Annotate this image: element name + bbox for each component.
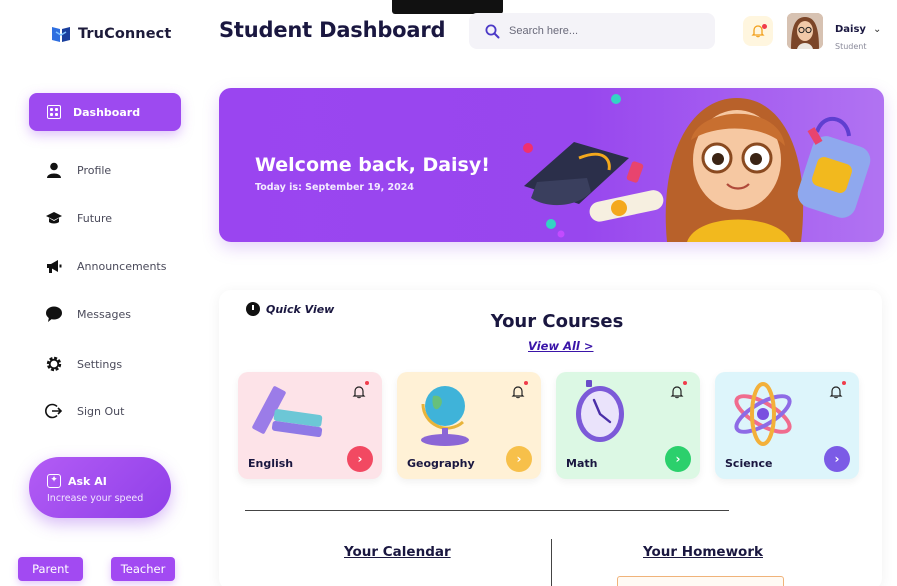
course-name: Science [725,457,773,470]
sidebar-item-dashboard[interactable]: Dashboard [29,93,181,131]
sidebar-item-announcements[interactable]: Announcements [45,257,166,275]
ask-ai-subtitle: Increase your speed [47,493,144,504]
brand-name: TruConnect [78,26,172,42]
sidebar-item-label: Announcements [77,259,167,273]
welcome-banner: Welcome back, Daisy! Today is: September… [219,88,884,242]
notifications-button[interactable] [743,16,773,46]
teacher-button[interactable]: Teacher [111,557,175,581]
ask-ai-title: Ask AI [68,474,107,488]
sidebar-item-profile[interactable]: Profile [45,161,111,179]
globe-icon [421,386,469,446]
sidebar-item-label: Sign Out [77,404,125,418]
chevron-right-icon[interactable]: › [506,446,532,472]
sidebar-item-sign-out[interactable]: Sign Out [45,402,124,420]
welcome-heading: Welcome back, Daisy! [255,154,490,176]
course-name: English [248,457,294,470]
course-card-science[interactable]: Science › [715,372,859,479]
user-name: Daisy [835,24,866,35]
avatar[interactable] [787,13,823,49]
today-date: Today is: September 19, 2024 [255,182,414,193]
notification-dot [683,381,687,385]
brand-logo[interactable]: TruConnect [50,23,171,45]
books-icon [252,386,323,438]
sidebar-item-settings[interactable]: Settings [45,355,122,373]
course-card-english[interactable]: English › [238,372,382,479]
gear-icon [45,355,63,373]
search-icon [485,24,500,38]
sidebar-item-label: Dashboard [73,105,141,119]
stopwatch-icon [576,380,624,442]
calendar-heading[interactable]: Your Calendar [344,544,451,560]
graduation-cap-icon [45,209,63,227]
chevron-right-icon[interactable]: › [824,446,850,472]
sidebar-item-label: Profile [77,163,112,177]
chevron-right-icon[interactable]: › [665,446,691,472]
notification-dot [524,381,528,385]
user-role: Student [835,42,867,51]
course-name: Geography [407,457,475,470]
page-title: Student Dashboard [219,18,446,42]
search-bar[interactable] [469,13,715,49]
course-card-math[interactable]: Math › [556,372,700,479]
megaphone-icon [45,257,63,275]
chevron-down-icon[interactable]: ⌄ [873,24,881,35]
sparkle-icon: ✦ [47,474,61,488]
ask-ai-button[interactable]: ✦ Ask AI Increase your speed [29,457,171,518]
homework-heading[interactable]: Your Homework [643,544,763,560]
book-logo-icon [52,27,70,42]
course-name: Math [566,457,598,470]
homework-item[interactable] [617,576,784,586]
sign-out-icon [45,402,63,420]
notification-dot [762,24,767,29]
bell-icon [352,386,366,399]
view-all-link[interactable]: View All > [528,339,594,353]
column-divider [551,539,552,586]
camera-notch [392,0,503,14]
sidebar-item-label: Future [77,211,113,225]
courses-title: Your Courses [490,311,624,332]
chevron-right-icon[interactable]: › [347,446,373,472]
search-input[interactable] [509,25,689,37]
bell-icon [511,386,525,399]
atom-icon [734,382,792,446]
sidebar-item-future[interactable]: Future [45,209,112,227]
bell-icon [829,386,843,399]
notification-dot [365,381,369,385]
user-icon [45,161,63,179]
dashboard-icon [47,105,61,119]
sidebar-item-label: Settings [77,357,123,371]
parent-button[interactable]: Parent [18,557,83,581]
section-divider [245,510,729,511]
course-card-geography[interactable]: Geography › [397,372,541,479]
notification-dot [842,381,846,385]
bell-icon [670,386,684,399]
